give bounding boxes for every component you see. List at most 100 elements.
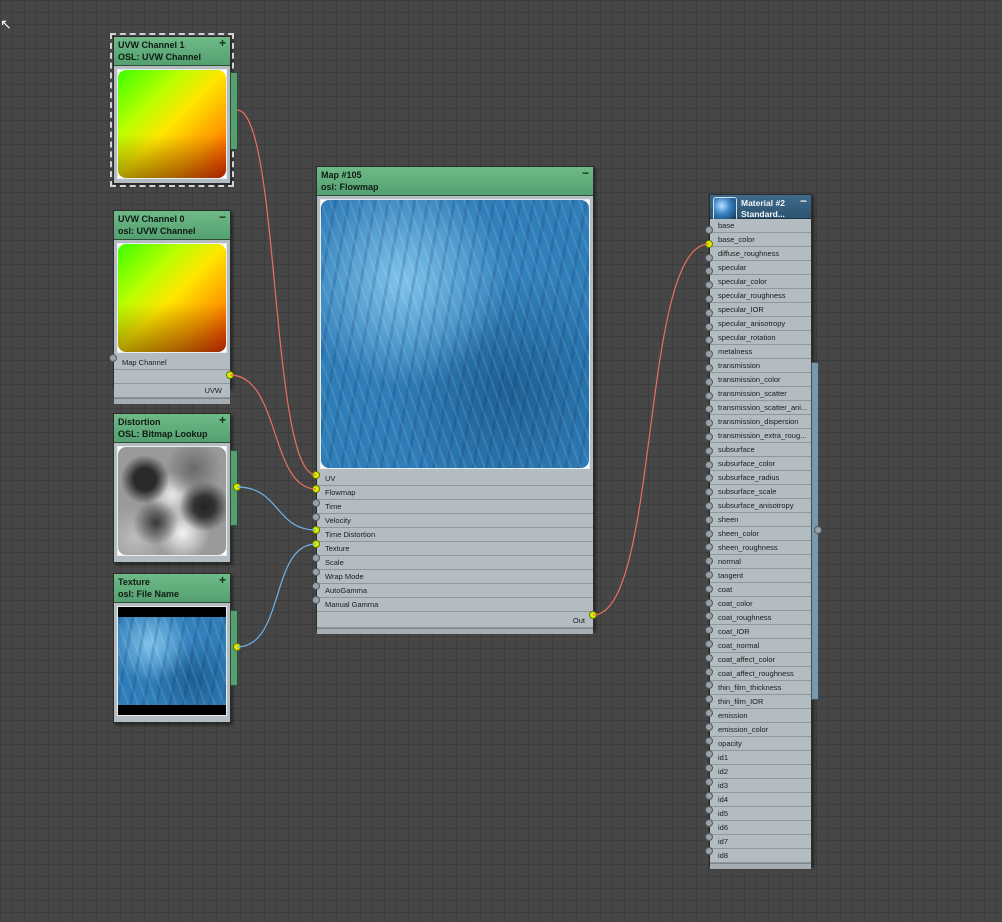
input-socket-row[interactable]: coat: [710, 583, 811, 597]
input-socket-dot[interactable]: [312, 512, 320, 521]
input-socket-row[interactable]: coat_color: [710, 597, 811, 611]
input-socket-dot[interactable]: [705, 446, 713, 455]
input-socket-row[interactable]: sheen_color: [710, 527, 811, 541]
input-socket-row[interactable]: specular: [710, 261, 811, 275]
input-socket-dot[interactable]: [705, 433, 713, 441]
input-socket-row[interactable]: id8: [710, 849, 811, 863]
input-socket-dot[interactable]: [312, 581, 320, 590]
material-header[interactable]: Material #2 Standard... −: [710, 195, 811, 221]
input-socket-dot[interactable]: [705, 295, 713, 303]
input-socket-row[interactable]: specular_anisotropy: [710, 317, 811, 331]
input-socket-row[interactable]: Wrap Mode: [317, 570, 593, 584]
input-socket-row[interactable]: subsurface_scale: [710, 485, 811, 499]
input-socket-dot[interactable]: [705, 377, 713, 386]
input-socket-row[interactable]: Flowmap: [317, 486, 593, 500]
input-socket-dot[interactable]: [705, 226, 713, 234]
input-socket-row[interactable]: specular_roughness: [710, 289, 811, 303]
input-socket-row[interactable]: sheen: [710, 513, 811, 527]
input-socket-dot[interactable]: [705, 736, 713, 745]
node-header[interactable]: UVW Channel 0 osl: UVW Channel −: [114, 211, 230, 240]
node-distortion[interactable]: Distortion OSL: Bitmap Lookup +: [113, 413, 231, 563]
input-socket-row[interactable]: base_color: [710, 233, 811, 247]
input-socket-dot[interactable]: [705, 239, 713, 248]
input-socket-row[interactable]: subsurface_radius: [710, 471, 811, 485]
input-socket-row[interactable]: specular_color: [710, 275, 811, 289]
output-socket-dot[interactable]: [814, 526, 822, 534]
node-uvw-channel-0[interactable]: UVW Channel 0 osl: UVW Channel − Map Cha…: [113, 210, 231, 404]
input-socket-dot[interactable]: [705, 364, 713, 372]
input-socket-row[interactable]: emission_color: [710, 723, 811, 737]
input-socket-row[interactable]: subsurface_color: [710, 457, 811, 471]
input-socket-row[interactable]: coat_roughness: [710, 611, 811, 625]
input-socket-dot[interactable]: [705, 391, 713, 400]
collapse-button[interactable]: −: [582, 167, 589, 179]
input-socket-dot[interactable]: [705, 322, 713, 331]
output-socket-dot[interactable]: [233, 483, 241, 491]
input-socket-row[interactable]: coat_affect_roughness: [710, 667, 811, 681]
node-texture[interactable]: Texture osl: File Name +: [113, 573, 231, 723]
input-socket-dot[interactable]: [705, 791, 713, 800]
input-socket-dot[interactable]: [705, 805, 713, 814]
input-socket-dot[interactable]: [312, 471, 320, 479]
input-socket-row[interactable]: base: [710, 219, 811, 233]
input-socket-row[interactable]: AutoGamma: [317, 584, 593, 598]
input-socket-dot[interactable]: [705, 653, 713, 662]
input-socket-dot[interactable]: [705, 308, 713, 317]
collapse-button[interactable]: −: [800, 195, 807, 207]
input-socket-dot[interactable]: [705, 584, 713, 593]
input-socket-dot[interactable]: [705, 460, 713, 469]
input-socket-row[interactable]: thin_film_thickness: [710, 681, 811, 695]
input-socket-row[interactable]: coat_IOR: [710, 625, 811, 639]
input-socket-row[interactable]: opacity: [710, 737, 811, 751]
input-socket-dot[interactable]: [705, 515, 713, 524]
input-socket-row[interactable]: transmission_color: [710, 373, 811, 387]
node-flowmap[interactable]: Map #105 osl: Flowmap − UV Flowmap Time Vel…: [316, 166, 594, 634]
input-socket-dot[interactable]: [705, 502, 713, 510]
input-socket-row[interactable]: coat_normal: [710, 639, 811, 653]
input-socket-row[interactable]: thin_film_IOR: [710, 695, 811, 709]
input-socket-dot[interactable]: [312, 484, 320, 493]
input-socket-dot[interactable]: [109, 354, 117, 362]
node-header[interactable]: UVW Channel 1 OSL: UVW Channel +: [114, 37, 230, 66]
output-socket-dot[interactable]: [589, 611, 597, 619]
input-socket-row[interactable]: subsurface_anisotropy: [710, 499, 811, 513]
output-socket-dot[interactable]: [233, 643, 241, 651]
input-socket-row[interactable]: specular_rotation: [710, 331, 811, 345]
input-socket-dot[interactable]: [705, 598, 713, 607]
input-socket-dot[interactable]: [705, 722, 713, 731]
node-header[interactable]: Distortion OSL: Bitmap Lookup +: [114, 414, 230, 443]
input-socket-row[interactable]: coat_affect_color: [710, 653, 811, 667]
output-tab[interactable]: [230, 72, 238, 150]
output-socket-row[interactable]: Out: [317, 614, 593, 628]
expand-button[interactable]: +: [219, 414, 226, 426]
input-socket-row[interactable]: Manual Gamma: [317, 598, 593, 612]
input-socket-row[interactable]: Time: [317, 500, 593, 514]
input-socket-dot[interactable]: [705, 709, 713, 717]
input-socket-row[interactable]: normal: [710, 555, 811, 569]
input-socket-dot[interactable]: [705, 778, 713, 786]
input-socket-dot[interactable]: [705, 529, 713, 538]
input-socket-dot[interactable]: [705, 667, 713, 676]
input-socket-row[interactable]: Map Channel: [114, 356, 230, 370]
input-socket-row[interactable]: id6: [710, 821, 811, 835]
input-socket-dot[interactable]: [312, 498, 320, 507]
node-material[interactable]: Material #2 Standard... − base base_color…: [709, 194, 812, 869]
input-socket-dot[interactable]: [705, 253, 713, 262]
input-socket-row[interactable]: specular_IOR: [710, 303, 811, 317]
input-socket-dot[interactable]: [705, 847, 713, 855]
input-socket-row[interactable]: id3: [710, 779, 811, 793]
node-header[interactable]: Texture osl: File Name +: [114, 574, 230, 603]
input-socket-row[interactable]: Time Distortion: [317, 528, 593, 542]
input-socket-dot[interactable]: [312, 595, 320, 604]
output-socket-row[interactable]: UVW: [114, 384, 230, 398]
input-socket-row[interactable]: id7: [710, 835, 811, 849]
input-socket-row[interactable]: id2: [710, 765, 811, 779]
input-socket-row[interactable]: transmission_extra_roug...: [710, 429, 811, 443]
input-socket-row[interactable]: emission: [710, 709, 811, 723]
input-socket-row[interactable]: sheen_roughness: [710, 541, 811, 555]
input-socket-row[interactable]: transmission: [710, 359, 811, 373]
input-socket-dot[interactable]: [705, 640, 713, 648]
input-socket-row[interactable]: id1: [710, 751, 811, 765]
input-socket-row[interactable]: Velocity: [317, 514, 593, 528]
node-uvw-channel-1[interactable]: UVW Channel 1 OSL: UVW Channel +: [110, 33, 234, 187]
